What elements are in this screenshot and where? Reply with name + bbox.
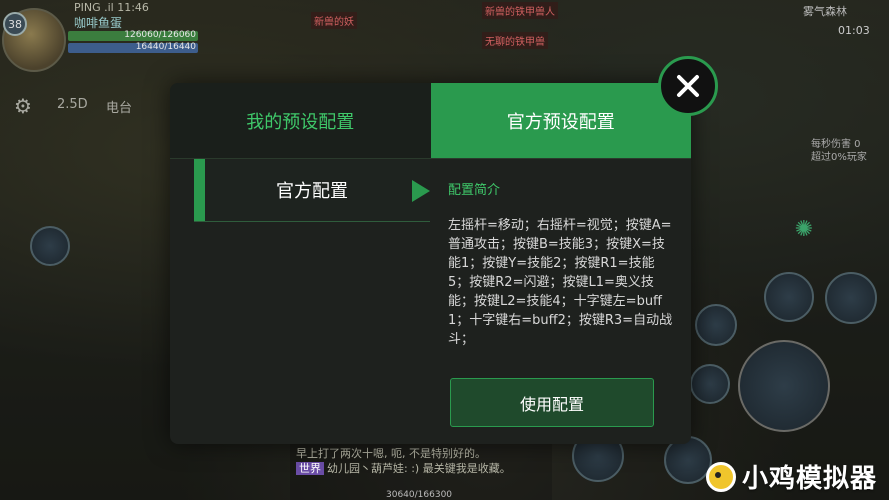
ping-status: PING .il 11:46 xyxy=(74,1,149,14)
skill-button[interactable] xyxy=(695,304,737,346)
skill-button[interactable] xyxy=(690,364,730,404)
use-config-button[interactable]: 使用配置 xyxy=(450,378,654,427)
watermark: 小鸡模拟器 xyxy=(706,458,877,495)
preset-item-label: 官方配置 xyxy=(276,181,348,202)
dps-panel: 每秒伤害 0 超过0%玩家 xyxy=(811,138,887,166)
preset-detail: 配置简介 左摇杆=移动；右摇杆=视觉；按键A=普通攻击；按键B=技能3；按键X=… xyxy=(448,179,673,349)
gear-icon[interactable]: ⚙ xyxy=(14,95,36,117)
chick-logo-icon xyxy=(706,461,736,492)
enemy-nameplate: 新兽的妖 xyxy=(311,12,357,29)
chat-message: 幼儿园丶葫芦娃: :) 最关键我是收藏。 xyxy=(327,462,511,475)
enemy-nameplate: 无聊的铁甲兽 xyxy=(482,32,548,49)
exp-text: 30640/166300 xyxy=(386,490,453,500)
triangle-right-icon xyxy=(412,180,430,202)
preset-config-dialog: 我的预设配置 官方预设配置 官方配置 配置简介 左摇杆=移动；右摇杆=视觉；按键… xyxy=(170,83,691,444)
tab-bar: 我的预设配置 官方预设配置 xyxy=(170,83,691,159)
selection-indicator xyxy=(194,159,205,221)
close-icon xyxy=(677,75,699,97)
detail-title: 配置简介 xyxy=(448,183,501,198)
chat-line: 早上打了两次十嗯, 呃, 不是特别好的。 xyxy=(296,447,486,460)
preset-list: 官方配置 xyxy=(194,159,430,222)
timer: 01:03 xyxy=(838,24,870,37)
skill-button[interactable] xyxy=(825,272,877,324)
hp-bar: 126060/126060 xyxy=(68,30,198,41)
enemy-nameplate: 新兽的铁甲兽人 xyxy=(482,2,558,19)
view-mode-toggle[interactable]: 2.5D xyxy=(57,97,88,112)
close-button[interactable] xyxy=(658,56,718,116)
dps-rank: 超过0%玩家 xyxy=(811,152,867,163)
chat-line: 世界 幼儿园丶葫芦娃: :) 最关键我是收藏。 xyxy=(296,461,546,476)
preset-item-official[interactable]: 官方配置 xyxy=(194,159,430,222)
mp-text: 16440/16440 xyxy=(135,42,196,52)
detail-description: 左摇杆=移动；右摇杆=视觉；按键A=普通攻击；按键B=技能3；按键X=技能1；按… xyxy=(448,218,673,347)
watermark-text: 小鸡模拟器 xyxy=(742,464,878,494)
skill-button[interactable] xyxy=(30,226,70,266)
dps-value: 每秒伤害 0 xyxy=(811,139,861,150)
mp-bar: 16440/16440 xyxy=(68,42,198,53)
buff-rune-icon: ✺ xyxy=(794,217,814,242)
map-name: 雾气森林 xyxy=(803,5,847,18)
tab-official-presets[interactable]: 官方预设配置 xyxy=(430,83,691,158)
level-badge: 38 xyxy=(3,12,27,36)
chat-channel-tag: 世界 xyxy=(296,462,324,475)
radio-button[interactable]: 电台 xyxy=(106,97,132,116)
player-name: 咖啡鱼蛋 xyxy=(74,16,123,30)
dialog-body: 官方配置 配置简介 左摇杆=移动；右摇杆=视觉；按键A=普通攻击；按键B=技能3… xyxy=(170,159,691,444)
attack-button[interactable] xyxy=(738,340,830,432)
tab-my-presets[interactable]: 我的预设配置 xyxy=(170,83,431,158)
skill-button[interactable] xyxy=(764,272,814,322)
hp-text: 126060/126060 xyxy=(124,30,196,40)
